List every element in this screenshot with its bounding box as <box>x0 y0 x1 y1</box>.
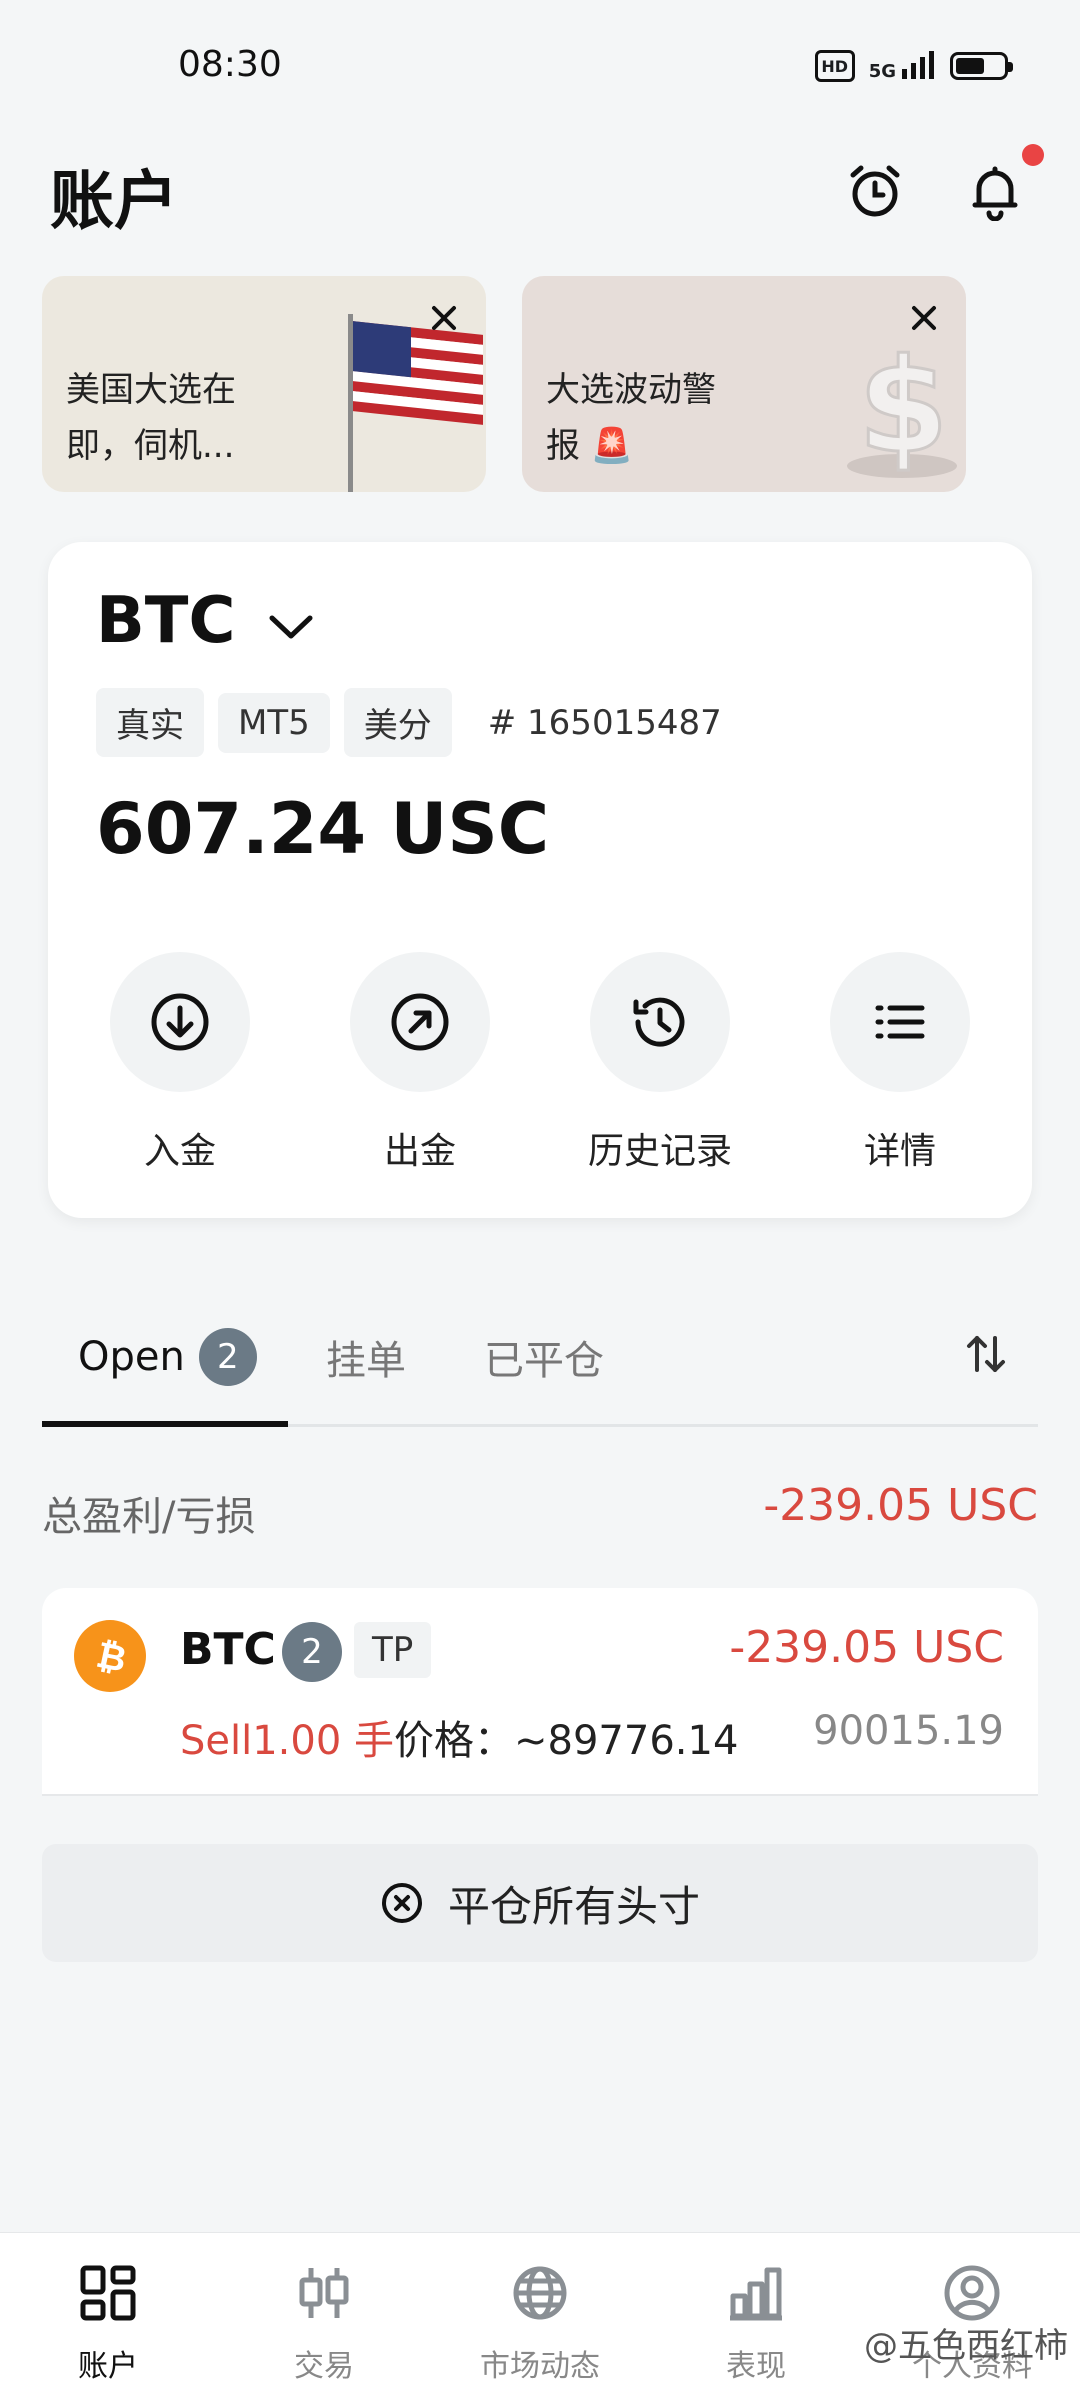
active-tab-indicator <box>42 1421 288 1427</box>
history-icon <box>633 997 685 1047</box>
svg-text:₿: ₿ <box>93 1635 130 1678</box>
deposit-label: 入金 <box>143 1131 216 1172</box>
status-time: 08:30 <box>178 44 282 85</box>
close-icon[interactable] <box>904 298 944 338</box>
position-details: Sell1.00 手价格：~89776.14 <box>180 1708 738 1766</box>
details-button[interactable]: 详情 <box>780 952 1020 1174</box>
nav-label: 表现 <box>726 2349 786 2384</box>
tag-platform: MT5 <box>218 692 330 753</box>
close-all-label: 平仓所有头寸 <box>447 1881 700 1931</box>
tag-account-type: 真实 <box>96 688 204 757</box>
account-balance: 607.24 USC <box>96 788 550 870</box>
withdraw-button[interactable]: 出金 <box>300 952 540 1174</box>
nav-performance[interactable]: 表现 <box>648 2233 864 2401</box>
open-count-badge: 2 <box>198 1328 257 1386</box>
tp-tag: TP <box>354 1622 432 1678</box>
withdraw-icon <box>391 993 449 1051</box>
promo-card-election[interactable]: 美国大选在 即，伺机... <box>42 276 486 492</box>
watermark: @五色西红柿 <box>864 2326 1068 2366</box>
dashboard-icon <box>76 2261 140 2325</box>
close-circle-icon <box>381 1883 422 1923</box>
position-open-price: 价格：~89776.14 <box>394 1718 739 1764</box>
network-type: 5G <box>868 61 896 82</box>
bitcoin-icon: ₿ <box>74 1620 146 1692</box>
history-label: 历史记录 <box>587 1131 732 1172</box>
deposit-button[interactable]: 入金 <box>60 952 300 1174</box>
close-icon[interactable] <box>424 298 464 338</box>
candlestick-icon <box>292 2261 356 2325</box>
position-row[interactable]: ₿ BTC 2 TP -239.05 USC Sell1.00 手价格：~897… <box>42 1588 1038 1796</box>
nav-account[interactable]: 账户 <box>0 2233 216 2401</box>
nav-profile[interactable]: 个人资料 <box>864 2233 1080 2401</box>
battery-icon <box>950 52 1013 80</box>
position-count-badge: 2 <box>282 1622 342 1682</box>
profile-icon <box>940 2261 1004 2325</box>
nav-label: 市场动态 <box>480 2349 600 2384</box>
account-card: BTC 真实 MT5 美分 # 165015487 607.24 USC 入金 … <box>48 542 1032 1218</box>
account-actions: 入金 出金 历史记录 详情 <box>48 952 1032 1174</box>
nav-trade[interactable]: 交易 <box>216 2233 432 2401</box>
bottom-nav: 账户 交易 市场动态 表现 个人资料 <box>0 2232 1080 2401</box>
positions-tabs: Open 2 挂单 已平仓 <box>42 1290 1038 1427</box>
withdraw-label: 出金 <box>383 1131 456 1172</box>
tag-currency: 美分 <box>343 688 452 757</box>
list-icon <box>875 1005 925 1039</box>
tab-open[interactable]: Open 2 <box>78 1328 257 1386</box>
bell-icon[interactable] <box>960 156 1030 226</box>
alarm-clock-icon[interactable] <box>840 156 910 226</box>
bar-chart-icon <box>724 2261 788 2325</box>
total-pnl-label: 总盈利/亏损 <box>42 1494 256 1540</box>
tab-open-label: Open <box>78 1334 185 1380</box>
notification-dot <box>1022 144 1044 166</box>
us-flag-image <box>348 314 483 492</box>
account-number: # 165015487 <box>487 702 722 743</box>
globe-icon <box>508 2261 572 2325</box>
promo-text: 美国大选在 即，伺机... <box>66 370 236 466</box>
close-all-positions-button[interactable]: 平仓所有头寸 <box>42 1844 1038 1962</box>
promo-text: 大选波动警报 🚨 <box>546 370 716 466</box>
details-label: 详情 <box>863 1131 936 1172</box>
nav-label: 账户 <box>78 2349 138 2384</box>
tab-closed[interactable]: 已平仓 <box>484 1328 604 1386</box>
chevron-down-icon[interactable] <box>264 606 318 650</box>
hd-icon: HD <box>814 50 855 82</box>
nav-label: 交易 <box>294 2349 354 2384</box>
sort-icon[interactable] <box>962 1330 1010 1378</box>
total-pnl-value: -239.05 USC <box>763 1480 1038 1531</box>
dollar-sign-image: $ <box>847 329 957 484</box>
signal-icon: 5G <box>869 51 936 81</box>
page-title: 账户 <box>50 165 178 239</box>
position-side-volume: Sell1.00 手 <box>180 1718 395 1764</box>
tab-pending[interactable]: 挂单 <box>326 1328 406 1386</box>
svg-text:$: $ <box>858 330 948 482</box>
position-symbol: BTC <box>180 1624 276 1675</box>
position-pnl: -239.05 USC <box>729 1622 1004 1673</box>
position-current-price: 90015.19 <box>813 1708 1004 1754</box>
account-tags: 真实 MT5 美分 # 165015487 <box>96 688 722 757</box>
deposit-icon <box>151 993 209 1051</box>
account-name[interactable]: BTC <box>96 584 235 658</box>
history-button[interactable]: 历史记录 <box>540 952 780 1174</box>
nav-market-news[interactable]: 市场动态 <box>432 2233 648 2401</box>
status-icons: HD 5G <box>814 50 1013 82</box>
promo-card-volatility[interactable]: $ 大选波动警报 🚨 <box>522 276 966 492</box>
